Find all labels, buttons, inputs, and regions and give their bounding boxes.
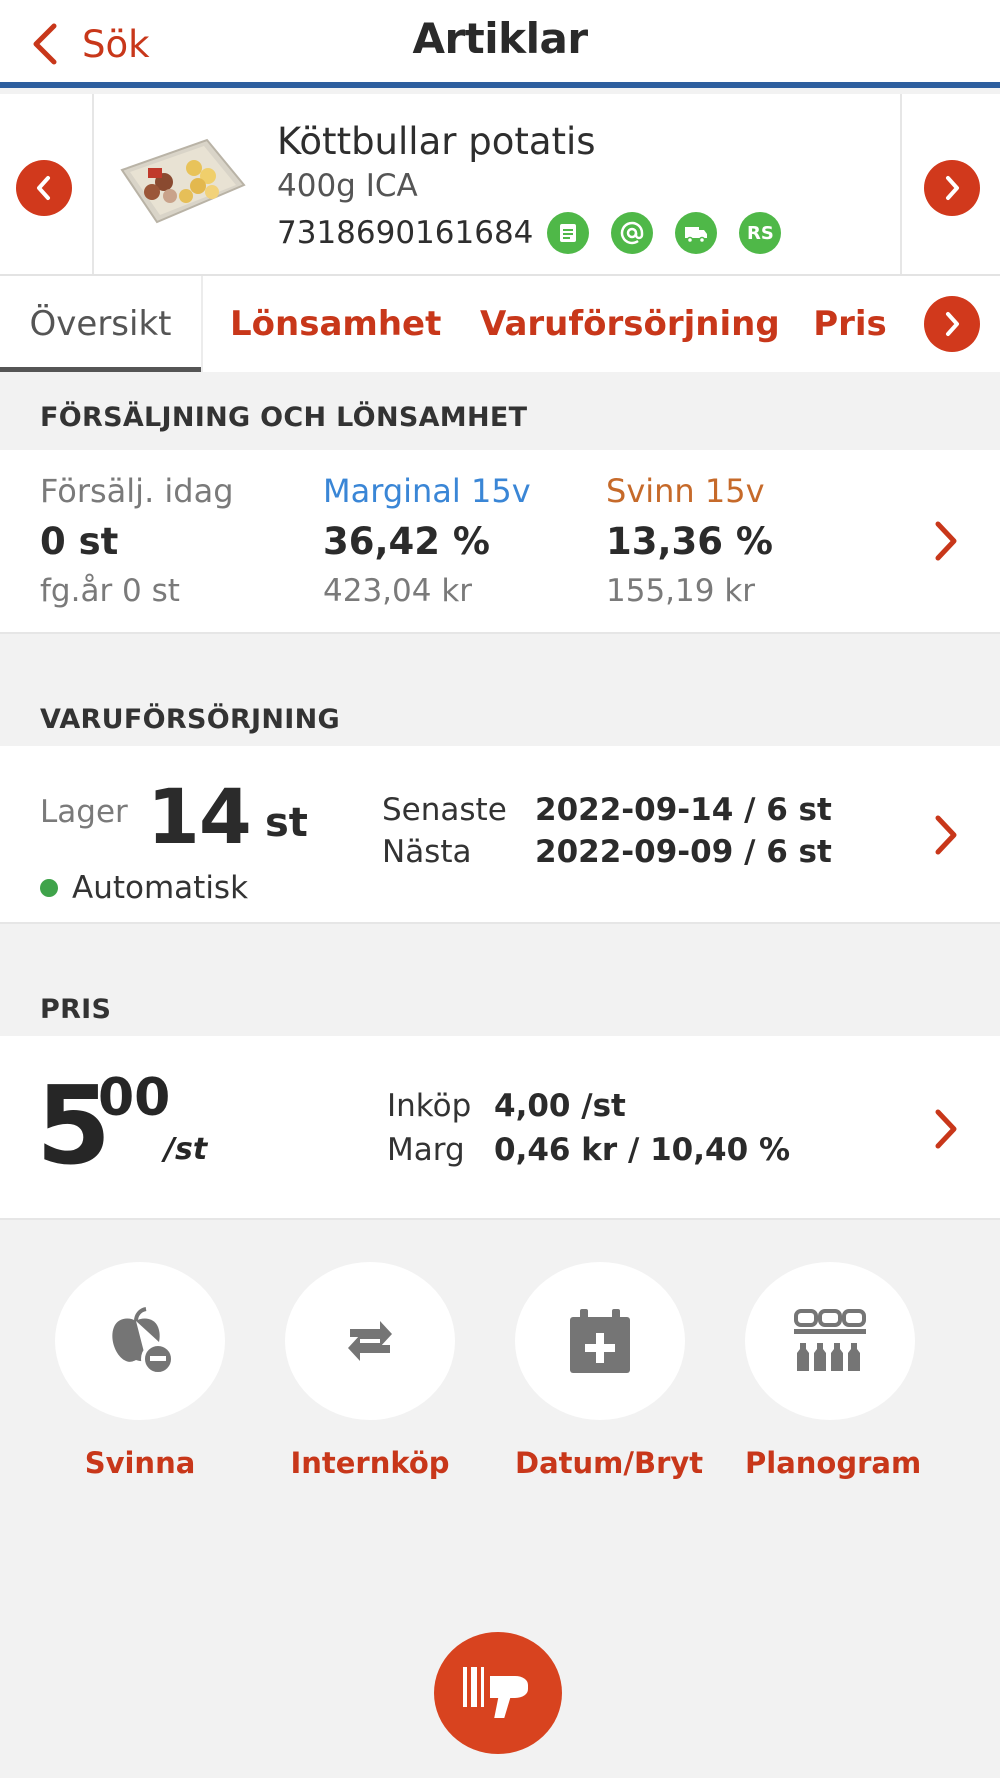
price-integer: 5 — [36, 1064, 111, 1189]
sales-today-last-year: fg.år 0 st — [40, 573, 180, 609]
stock-label: Lager — [40, 794, 128, 830]
price-unit: /st — [164, 1132, 208, 1167]
chevron-right-icon — [935, 1109, 957, 1149]
tab-bar: Översikt Lönsamhet Varuförsörjning Pris — [0, 276, 1000, 372]
latest-delivery-text: 2022-09-14 / 6 st — [535, 792, 832, 828]
chevron-right-icon — [935, 521, 957, 561]
margin-amount: 423,04 kr — [323, 573, 473, 609]
status-dot — [40, 879, 58, 897]
internkop-action[interactable]: Internköp — [285, 1262, 455, 1480]
margin-price-text: 0,46 kr / 10,40 % — [494, 1132, 790, 1168]
planogram-label: Planogram — [745, 1446, 922, 1480]
tab-pris[interactable]: Pris — [810, 276, 890, 372]
product-name: Köttbullar potatis — [277, 120, 596, 163]
scan-button[interactable] — [434, 1632, 562, 1754]
planogram-button[interactable] — [745, 1262, 915, 1420]
margin-value: 36,42 % — [323, 520, 490, 563]
purchase-value: 4,00 /st — [494, 1088, 626, 1124]
page-title: Artiklar — [412, 14, 588, 63]
divider — [900, 94, 902, 274]
barcode-scanner-icon — [463, 1667, 530, 1720]
purchase-text: 4,00 /st — [494, 1088, 626, 1124]
waste-label: Svinn 15v — [606, 472, 765, 510]
chevron-left-icon — [37, 176, 50, 200]
truck-icon — [675, 212, 718, 254]
latest-delivery-label: Senaste — [382, 792, 507, 828]
datum-bryt-label: Datum/Bryt — [515, 1446, 704, 1480]
product-image — [120, 138, 246, 224]
replenishment-mode: Automatisk — [72, 870, 249, 906]
replenishment-status: Automatisk — [40, 870, 248, 906]
ean-value: 7318690161684 — [277, 215, 534, 251]
receipt-icon — [547, 212, 590, 254]
stock-unit: st — [265, 800, 308, 846]
datum-bryt-action[interactable]: Datum/Bryt — [515, 1262, 704, 1480]
tab-lonsamhet[interactable]: Lönsamhet — [230, 276, 441, 372]
next-delivery-text: 2022-09-09 / 6 st — [535, 834, 832, 870]
price-decimals: 00 — [98, 1068, 171, 1128]
margin-price-label: Marg — [387, 1132, 465, 1168]
purchase-label: Inköp — [387, 1088, 472, 1124]
top-bar: Sök Artiklar — [0, 0, 1000, 88]
sales-today-label: Försälj. idag — [40, 472, 234, 510]
latest-delivery-value: 2022-09-14 / 6 st — [535, 792, 832, 828]
previous-product-button[interactable] — [16, 160, 72, 216]
waste-metric: Svinn 15v 13,36 % 155,19 kr — [606, 472, 773, 609]
section-heading-price: PRIS — [0, 984, 1000, 1036]
section-heading-supply: VARUFÖRSÖRJNING — [0, 694, 1000, 746]
divider — [92, 94, 94, 274]
product-badges: RS — [547, 212, 782, 254]
shelf-icon — [794, 1309, 866, 1371]
margin-price-value: 0,46 kr / 10,40 % — [494, 1132, 790, 1168]
tab-scroll-area — [900, 276, 1000, 372]
margin-label: Marginal 15v — [323, 472, 531, 510]
at-icon — [611, 212, 654, 254]
apple-minus-icon — [112, 1307, 175, 1376]
chevron-right-icon — [946, 312, 959, 336]
svinna-button[interactable] — [55, 1262, 225, 1420]
price-panel[interactable]: 5 00 /st Inköp 4,00 /st Marg 0,46 kr / 1… — [0, 1036, 1000, 1220]
supply-panel[interactable]: Lager 14 st Automatisk Senaste 2022-09-1… — [0, 746, 1000, 924]
sales-today: Försälj. idag 0 st fg.år 0 st — [40, 472, 234, 609]
datum-bryt-button[interactable] — [515, 1262, 685, 1420]
chevron-right-icon — [935, 815, 957, 855]
stock-value: 14 — [147, 772, 252, 861]
waste-amount: 155,19 kr — [606, 573, 756, 609]
internkop-label: Internköp — [290, 1446, 450, 1480]
sales-today-value: 0 st — [40, 520, 119, 563]
next-product-button[interactable] — [924, 160, 980, 216]
next-delivery-label: Nästa — [382, 834, 472, 870]
calendar-plus-icon — [570, 1309, 630, 1373]
product-card: Köttbullar potatis 400g ICA 731869016168… — [0, 94, 1000, 276]
tabs-next-button[interactable] — [924, 296, 980, 352]
swap-icon — [348, 1321, 392, 1361]
rs-badge: RS — [739, 212, 782, 254]
svinna-action[interactable]: Svinna — [55, 1262, 225, 1480]
internkop-button[interactable] — [285, 1262, 455, 1420]
next-delivery-value: 2022-09-09 / 6 st — [535, 834, 832, 870]
tab-varuforsorjning[interactable]: Varuförsörjning — [480, 276, 780, 372]
product-details: 400g ICA — [277, 168, 418, 204]
sales-panel[interactable]: Försälj. idag 0 st fg.år 0 st Marginal 1… — [0, 450, 1000, 634]
margin-metric: Marginal 15v 36,42 % 423,04 kr — [323, 472, 531, 609]
section-heading-sales: FÖRSÄLJNING OCH LÖNSAMHET — [0, 386, 1000, 450]
product-ean: 7318690161684 RS — [277, 212, 782, 254]
tab-oversikt[interactable]: Översikt — [0, 276, 201, 372]
chevron-right-icon — [946, 176, 959, 200]
divider — [201, 276, 203, 372]
planogram-action[interactable]: Planogram — [745, 1262, 922, 1480]
waste-value: 13,36 % — [606, 520, 773, 563]
svinna-label: Svinna — [84, 1446, 196, 1480]
